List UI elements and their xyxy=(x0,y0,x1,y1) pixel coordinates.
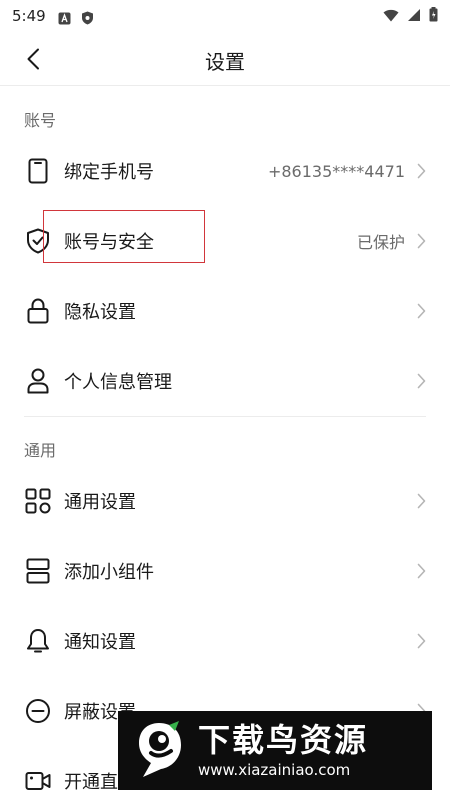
row-label: 隐私设置 xyxy=(64,302,136,323)
wifi-icon xyxy=(383,7,399,26)
chevron-right-icon xyxy=(414,371,428,391)
lock-icon xyxy=(24,297,52,325)
watermark-text: 下载鸟资源 www.xiazainiao.com xyxy=(198,721,368,781)
battery-icon xyxy=(429,6,438,26)
section-header-general: 通用 xyxy=(24,441,57,460)
video-camera-icon xyxy=(24,767,52,795)
row-personal-info[interactable]: 个人信息管理 xyxy=(0,346,450,416)
status-bar: 5:49 xyxy=(0,0,450,32)
row-privacy-settings[interactable]: 隐私设置 xyxy=(0,276,450,346)
chevron-right-icon xyxy=(414,231,428,251)
status-time: 5:49 xyxy=(12,7,46,25)
grid-icon xyxy=(24,487,52,515)
highlight-annotation-box xyxy=(43,210,205,263)
row-notification-settings[interactable]: 通知设置 xyxy=(0,606,450,676)
block-icon xyxy=(24,697,52,725)
shield-notification-icon xyxy=(81,10,94,24)
bell-icon xyxy=(24,627,52,655)
row-label: 个人信息管理 xyxy=(64,372,172,393)
row-label: 添加小组件 xyxy=(64,562,154,583)
chevron-right-icon xyxy=(414,491,428,511)
watermark-title: 下载鸟资源 xyxy=(198,720,369,759)
row-general-settings[interactable]: 通用设置 xyxy=(0,466,450,536)
watermark-url: www.xiazainiao.com xyxy=(198,760,351,779)
chevron-right-icon xyxy=(414,161,428,181)
person-icon xyxy=(24,367,52,395)
section-divider xyxy=(24,416,426,417)
page-title: 设置 xyxy=(205,50,245,74)
phone-icon xyxy=(24,157,52,185)
signal-icon xyxy=(407,7,421,26)
row-label: 绑定手机号 xyxy=(64,162,154,183)
row-label: 通知设置 xyxy=(64,632,136,653)
chevron-right-icon xyxy=(414,561,428,581)
notification-a-icon xyxy=(58,10,71,24)
chevron-right-icon xyxy=(414,631,428,651)
row-value: 已保护 xyxy=(356,233,405,252)
widget-icon xyxy=(24,557,52,585)
nav-bar: 设置 xyxy=(0,32,450,86)
row-add-widget[interactable]: 添加小组件 xyxy=(0,536,450,606)
row-label: 通用设置 xyxy=(64,492,136,513)
chevron-right-icon xyxy=(414,301,428,321)
status-indicators xyxy=(383,6,438,26)
watermark-banner: 下载鸟资源 www.xiazainiao.com xyxy=(118,711,432,790)
section-header-account: 账号 xyxy=(24,111,57,130)
row-value: +86135****4471 xyxy=(267,161,405,181)
row-label: 开通直 xyxy=(64,772,118,793)
row-bind-phone[interactable]: 绑定手机号 +86135****4471 xyxy=(0,136,450,206)
bird-logo-icon xyxy=(126,718,192,784)
